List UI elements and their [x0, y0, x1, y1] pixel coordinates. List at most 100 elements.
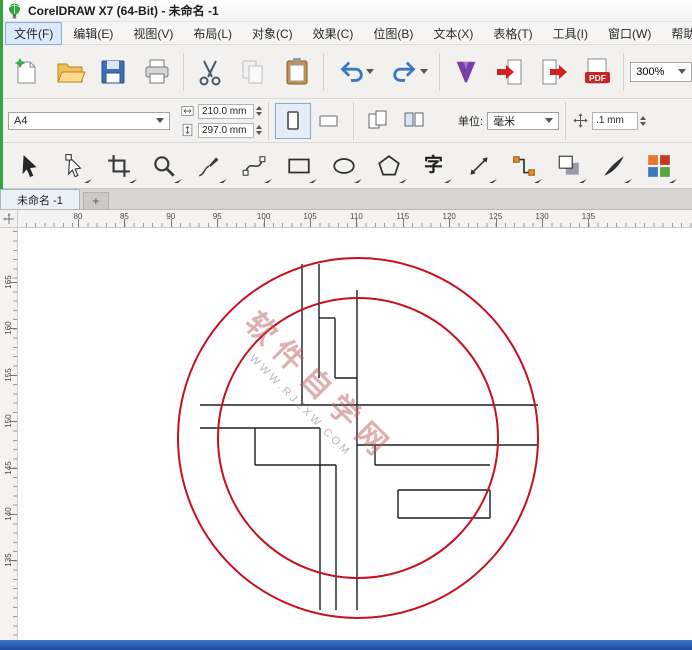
page-width-input[interactable]: 210.0 mm: [198, 103, 254, 119]
h-ruler-major-tick: [402, 219, 404, 227]
save-button[interactable]: [91, 50, 135, 94]
new-document-tab-button[interactable]: +: [82, 192, 109, 209]
h-ruler-major-tick: [124, 219, 126, 227]
redo-button[interactable]: [382, 50, 436, 94]
page-height-row: 297.0 mm: [180, 122, 262, 138]
connector-tool-icon: [512, 155, 535, 176]
menu-item-layout[interactable]: 布局(L): [184, 22, 241, 45]
shape-tool[interactable]: [51, 145, 96, 187]
landscape-button[interactable]: [311, 103, 347, 139]
nudge-stepper[interactable]: [640, 115, 647, 126]
bezier-tool[interactable]: [231, 145, 276, 187]
rectangle-tool[interactable]: [276, 145, 321, 187]
undo-dropdown-arrow-icon[interactable]: [365, 69, 374, 74]
all-pages-icon: [368, 110, 387, 128]
page-size-value: A4: [14, 114, 28, 127]
open-button[interactable]: [48, 50, 92, 94]
nudge-offset-input[interactable]: .1 mm: [592, 111, 639, 130]
cut-icon: [199, 60, 221, 85]
title-bar: CorelDRAW X7 (64-Bit) - 未命名 -1: [0, 0, 692, 22]
flyout-arrow-icon[interactable]: [444, 174, 456, 183]
application-launcher-button[interactable]: [444, 50, 488, 94]
all-pages-button[interactable]: [360, 103, 396, 139]
zoom-level-select[interactable]: 300%: [630, 61, 692, 82]
page-height-input[interactable]: 297.0 mm: [198, 122, 254, 138]
text-tool[interactable]: 字: [411, 145, 456, 187]
menu-bar: 文件(F) 编辑(E) 视图(V) 布局(L) 对象(C) 效果(C) 位图(B…: [0, 21, 692, 45]
spin-up-icon: [256, 106, 262, 110]
v-ruler-major-tick: [9, 328, 17, 330]
page-height-stepper[interactable]: [256, 125, 262, 135]
menu-item-effects[interactable]: 效果(C): [304, 22, 363, 45]
coreldraw-window: CorelDRAW X7 (64-Bit) - 未命名 -1 文件(F) 编辑(…: [0, 0, 692, 650]
v-ruler-major-tick: [9, 514, 17, 515]
artistic-media-tool[interactable]: [591, 145, 636, 187]
menu-item-text[interactable]: 文本(X): [424, 22, 482, 45]
drop-shadow-tool[interactable]: [546, 145, 591, 187]
current-page-button[interactable]: [396, 103, 432, 139]
portrait-button[interactable]: [275, 102, 311, 139]
text-tool-glyph: 字: [423, 155, 443, 176]
h-ruler-major-tick: [170, 219, 172, 227]
cut-button[interactable]: [188, 50, 232, 94]
nudge-offset-icon: [573, 113, 588, 128]
h-ruler-major-tick: [356, 219, 358, 227]
pick-tool[interactable]: [6, 145, 51, 187]
v-ruler-major-tick: [9, 467, 17, 469]
menu-item-window[interactable]: 窗口(W): [599, 22, 660, 45]
menu-item-edit[interactable]: 编辑(E): [64, 22, 122, 45]
redo-dropdown-arrow-icon[interactable]: [419, 69, 428, 74]
copy-button[interactable]: [232, 50, 276, 94]
freehand-tool[interactable]: [186, 145, 231, 187]
export-button[interactable]: [532, 50, 576, 94]
export-icon: [542, 59, 567, 84]
page-size-select[interactable]: A4: [8, 111, 170, 130]
smart-fill-tool[interactable]: [636, 145, 681, 187]
units-dropdown-arrow-icon[interactable]: [545, 118, 554, 123]
import-button[interactable]: [488, 50, 532, 94]
connector-tool[interactable]: [501, 145, 546, 187]
drawing-canvas[interactable]: 软件自学网 WWW.RJZXW.COM: [18, 228, 692, 650]
rectangle-tool-icon: [287, 158, 310, 173]
freehand-tool-icon: [198, 156, 219, 176]
menu-item-help[interactable]: 帮助(H): [662, 22, 692, 45]
menu-item-file[interactable]: 文件(F): [5, 21, 63, 45]
v-ruler[interactable]: 165 160 155 150 145 140 135: [0, 228, 18, 650]
units-label: 单位:: [458, 115, 484, 128]
pick-tool-icon: [22, 154, 37, 177]
dimension-tool[interactable]: [456, 145, 501, 187]
menu-item-view[interactable]: 视图(V): [124, 22, 182, 45]
polygon-tool[interactable]: [366, 145, 411, 187]
coreldraw-logo-icon: [9, 3, 20, 18]
menu-item-object[interactable]: 对象(C): [243, 22, 302, 45]
paste-button[interactable]: [275, 50, 319, 94]
document-tab[interactable]: 未命名 -1: [0, 189, 80, 209]
v-ruler-major-tick: [9, 374, 17, 376]
ruler-origin[interactable]: [0, 210, 18, 228]
crop-tool[interactable]: [96, 145, 141, 187]
menu-item-bitmaps[interactable]: 位图(B): [364, 22, 422, 45]
h-ruler[interactable]: 80 85 90 95 100 105 110 115 120 125 130 135: [18, 210, 692, 228]
new-document-button[interactable]: [4, 50, 48, 94]
zoom-dropdown-arrow-icon[interactable]: [677, 69, 686, 74]
toolbar-separator: [439, 52, 441, 91]
menu-item-tools[interactable]: 工具(I): [544, 22, 597, 45]
publish-pdf-button[interactable]: PDF: [576, 50, 620, 94]
page-width-stepper[interactable]: [256, 106, 262, 116]
print-button[interactable]: [135, 50, 179, 94]
h-ruler-major-tick: [263, 219, 265, 227]
v-ruler-ticks: [13, 228, 17, 650]
page-width-icon: [181, 106, 194, 116]
undo-button[interactable]: [328, 50, 382, 94]
ruler-origin-icon: [2, 212, 14, 224]
page-height-value: 297.0 mm: [202, 124, 247, 136]
page-width-row: 210.0 mm: [180, 103, 262, 119]
ellipse-tool[interactable]: [321, 145, 366, 187]
drop-shadow-tool-icon: [558, 155, 579, 175]
dimension-tool-icon: [469, 156, 488, 175]
menu-item-table[interactable]: 表格(T): [484, 22, 541, 45]
zoom-tool[interactable]: [141, 145, 186, 187]
smart-fill-tool-icon: [647, 154, 670, 177]
units-select[interactable]: 毫米: [487, 111, 560, 130]
page-size-dropdown-arrow-icon[interactable]: [156, 118, 164, 123]
